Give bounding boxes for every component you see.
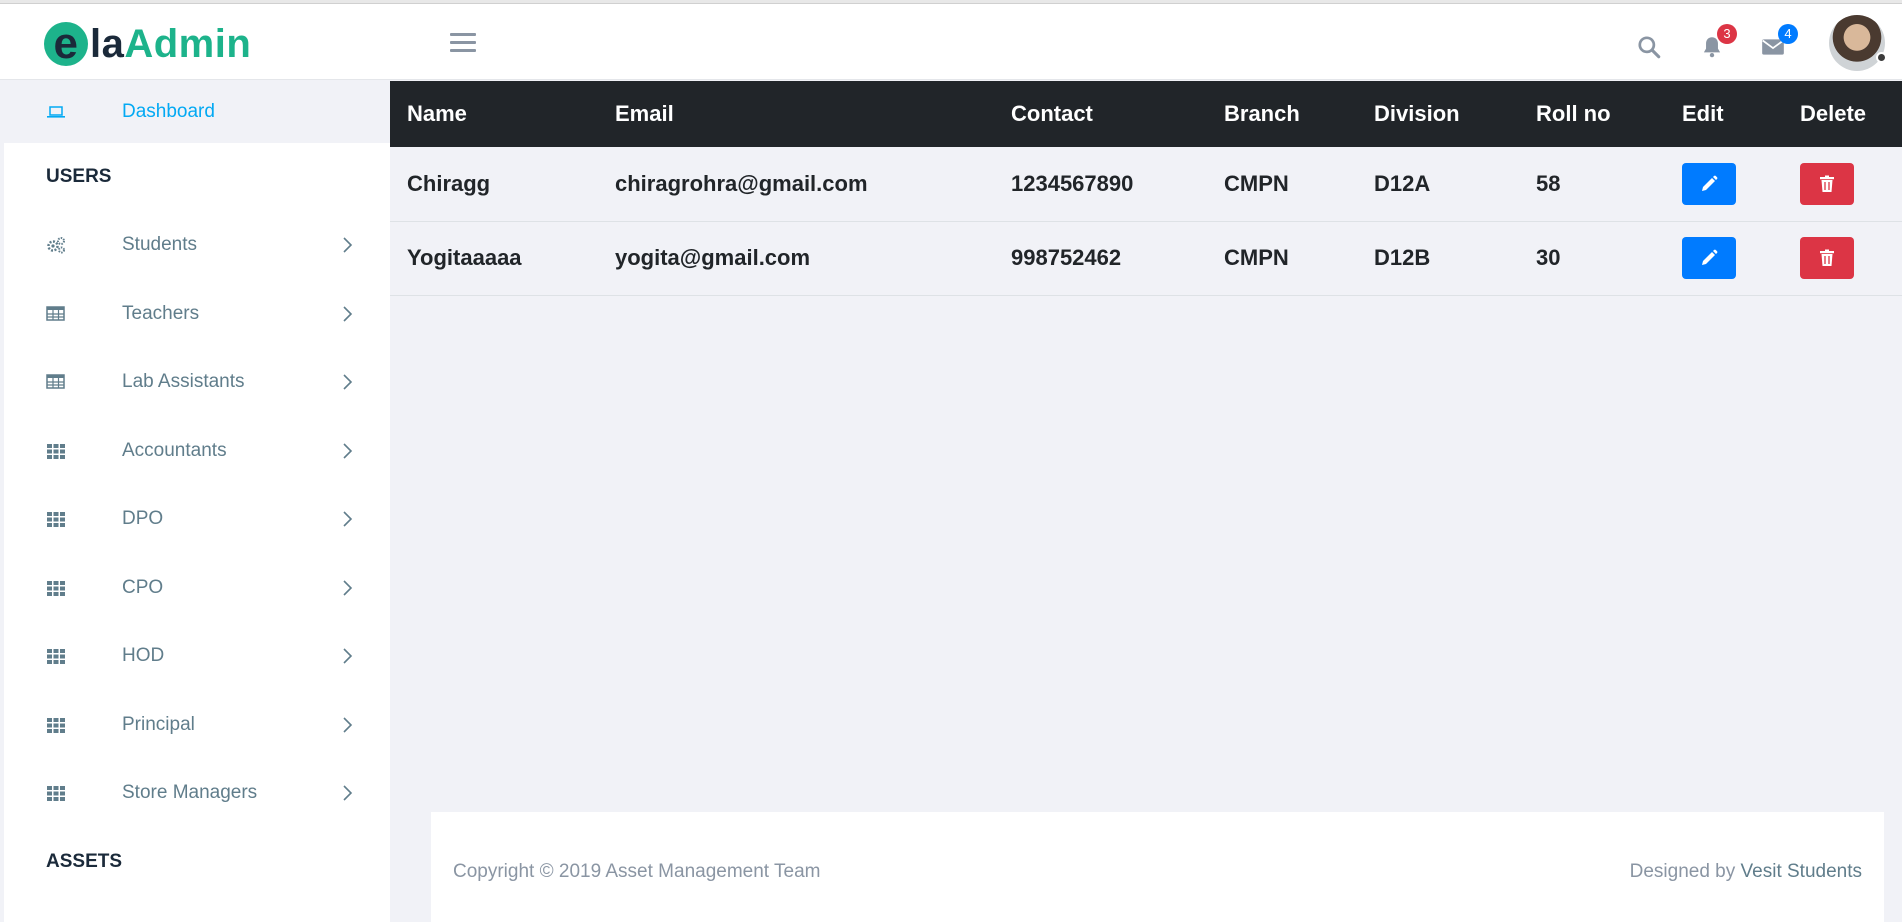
sidebar-item-label: Students — [122, 234, 197, 256]
sidebar-item-label: Lab Assistants — [122, 371, 245, 393]
column-header-name: Name — [407, 101, 467, 126]
grid-icon — [46, 784, 66, 802]
chevron-right-icon — [341, 579, 353, 597]
logo-text-la: la — [90, 21, 125, 66]
grid-icon — [46, 716, 66, 734]
users-table: Name Email Contact Branch Division Roll … — [390, 81, 1902, 296]
column-header-email: Email — [615, 101, 674, 126]
table-row: Yogitaaaaa yogita@gmail.com 998752462 CM… — [390, 221, 1902, 295]
chevron-right-icon — [341, 236, 353, 254]
sidebar-item-label: Store Managers — [122, 782, 258, 804]
footer-credits: Designed by Vesit Students — [1630, 861, 1862, 883]
sidebar-item-store-managers[interactable]: Store Managers — [4, 759, 390, 828]
notifications-bell-icon[interactable]: 3 — [1699, 24, 1737, 60]
notifications-count-badge: 3 — [1717, 24, 1737, 44]
cell-roll-no: 30 — [1536, 245, 1561, 270]
trash-icon — [1820, 175, 1834, 192]
sidebar-item-label: Teachers — [122, 302, 200, 324]
cell-division: D12A — [1374, 170, 1431, 196]
cell-name: Yogitaaaaa — [407, 245, 522, 270]
table-row: Chiragg chiragrohra@gmail.com 1234567890… — [390, 147, 1902, 221]
sidebar-item-label: Dashboard — [122, 101, 215, 122]
logo-text-admin: Admin — [124, 21, 252, 66]
edit-button[interactable] — [1682, 162, 1736, 205]
sidebar-item-label: Principal — [122, 713, 195, 735]
column-header-branch: Branch — [1224, 101, 1300, 126]
column-header-division: Division — [1374, 101, 1460, 126]
chevron-right-icon — [341, 373, 353, 391]
chevron-right-icon — [341, 716, 353, 734]
table-icon — [46, 373, 66, 391]
top-header: e la Admin 3 4 — [0, 4, 1902, 80]
messages-envelope-icon[interactable]: 4 — [1760, 24, 1798, 60]
footer-designed-by: Designed by — [1629, 861, 1736, 882]
cell-contact: 998752462 — [1011, 245, 1122, 270]
sidebar-item-label: HOD — [122, 645, 165, 667]
cogs-icon — [46, 236, 66, 254]
footer-copyright: Copyright © 2019 Asset Management Team — [453, 861, 821, 882]
delete-button[interactable] — [1800, 237, 1854, 279]
grid-icon — [46, 510, 66, 528]
footer-designer-link[interactable]: Vesit Students — [1741, 861, 1862, 882]
grid-icon — [46, 442, 66, 460]
cell-roll-no: 58 — [1536, 170, 1561, 196]
chevron-right-icon — [341, 647, 353, 665]
menu-toggle-icon[interactable] — [450, 33, 476, 55]
cell-edit — [1665, 221, 1783, 295]
cell-contact: 1234567890 — [1011, 170, 1134, 196]
chevron-right-icon — [341, 510, 353, 528]
sidebar-item-label: DPO — [122, 508, 164, 530]
sidebar-item-label: Accountants — [122, 439, 227, 461]
users-table-container: Name Email Contact Branch Division Roll … — [390, 81, 1902, 296]
trash-icon — [1820, 249, 1834, 266]
pencil-icon — [1702, 175, 1718, 191]
sidebar-item-partial[interactable] — [4, 896, 390, 922]
column-header-edit: Edit — [1682, 101, 1724, 126]
cell-email: yogita@gmail.com — [615, 245, 811, 270]
chevron-right-icon — [341, 442, 353, 460]
laptop-icon — [46, 103, 66, 121]
delete-button[interactable] — [1800, 162, 1854, 205]
column-header-roll-no: Roll no — [1536, 101, 1611, 126]
chevron-right-icon — [341, 305, 353, 323]
page-footer: Copyright © 2019 Asset Management Team D… — [431, 812, 1884, 922]
cell-delete — [1783, 147, 1902, 221]
cell-edit — [1665, 147, 1783, 221]
edit-button[interactable] — [1682, 237, 1736, 279]
sidebar: Dashboard USERS Students Teachers Lab As… — [4, 81, 390, 922]
sidebar-heading-users: USERS — [46, 166, 112, 187]
sidebar-item-students[interactable]: Students — [4, 211, 390, 280]
table-icon — [46, 305, 66, 323]
sidebar-item-dashboard[interactable]: Dashboard — [4, 81, 390, 143]
user-status-dot — [1876, 52, 1887, 63]
cell-email: chiragrohra@gmail.com — [615, 170, 868, 196]
grid-icon — [46, 579, 66, 597]
pencil-icon — [1702, 249, 1718, 265]
search-icon[interactable] — [1636, 34, 1662, 60]
cell-branch: CMPN — [1224, 170, 1289, 196]
grid-icon — [46, 647, 66, 665]
sidebar-item-lab-assistants[interactable]: Lab Assistants — [4, 348, 390, 417]
user-avatar[interactable] — [1829, 15, 1887, 71]
brand-logo[interactable]: e la Admin — [44, 18, 251, 70]
sidebar-item-dpo[interactable]: DPO — [4, 485, 390, 554]
cell-delete — [1783, 221, 1902, 295]
sidebar-item-teachers[interactable]: Teachers — [4, 280, 390, 349]
sidebar-heading-assets: ASSETS — [46, 850, 123, 872]
cell-branch: CMPN — [1224, 245, 1289, 270]
sidebar-item-accountants[interactable]: Accountants — [4, 417, 390, 486]
table-header-row: Name Email Contact Branch Division Roll … — [390, 81, 1902, 147]
column-header-contact: Contact — [1011, 101, 1093, 126]
sidebar-item-cpo[interactable]: CPO — [4, 554, 390, 623]
cell-name: Chiragg — [407, 170, 491, 196]
sidebar-item-label: CPO — [122, 576, 164, 598]
logo-e-mark: e — [44, 22, 88, 66]
chevron-right-icon — [341, 784, 353, 802]
cell-division: D12B — [1374, 245, 1431, 270]
sidebar-item-hod[interactable]: HOD — [4, 622, 390, 691]
sidebar-item-principal[interactable]: Principal — [4, 691, 390, 760]
messages-count-badge: 4 — [1778, 24, 1798, 44]
column-header-delete: Delete — [1800, 101, 1867, 126]
